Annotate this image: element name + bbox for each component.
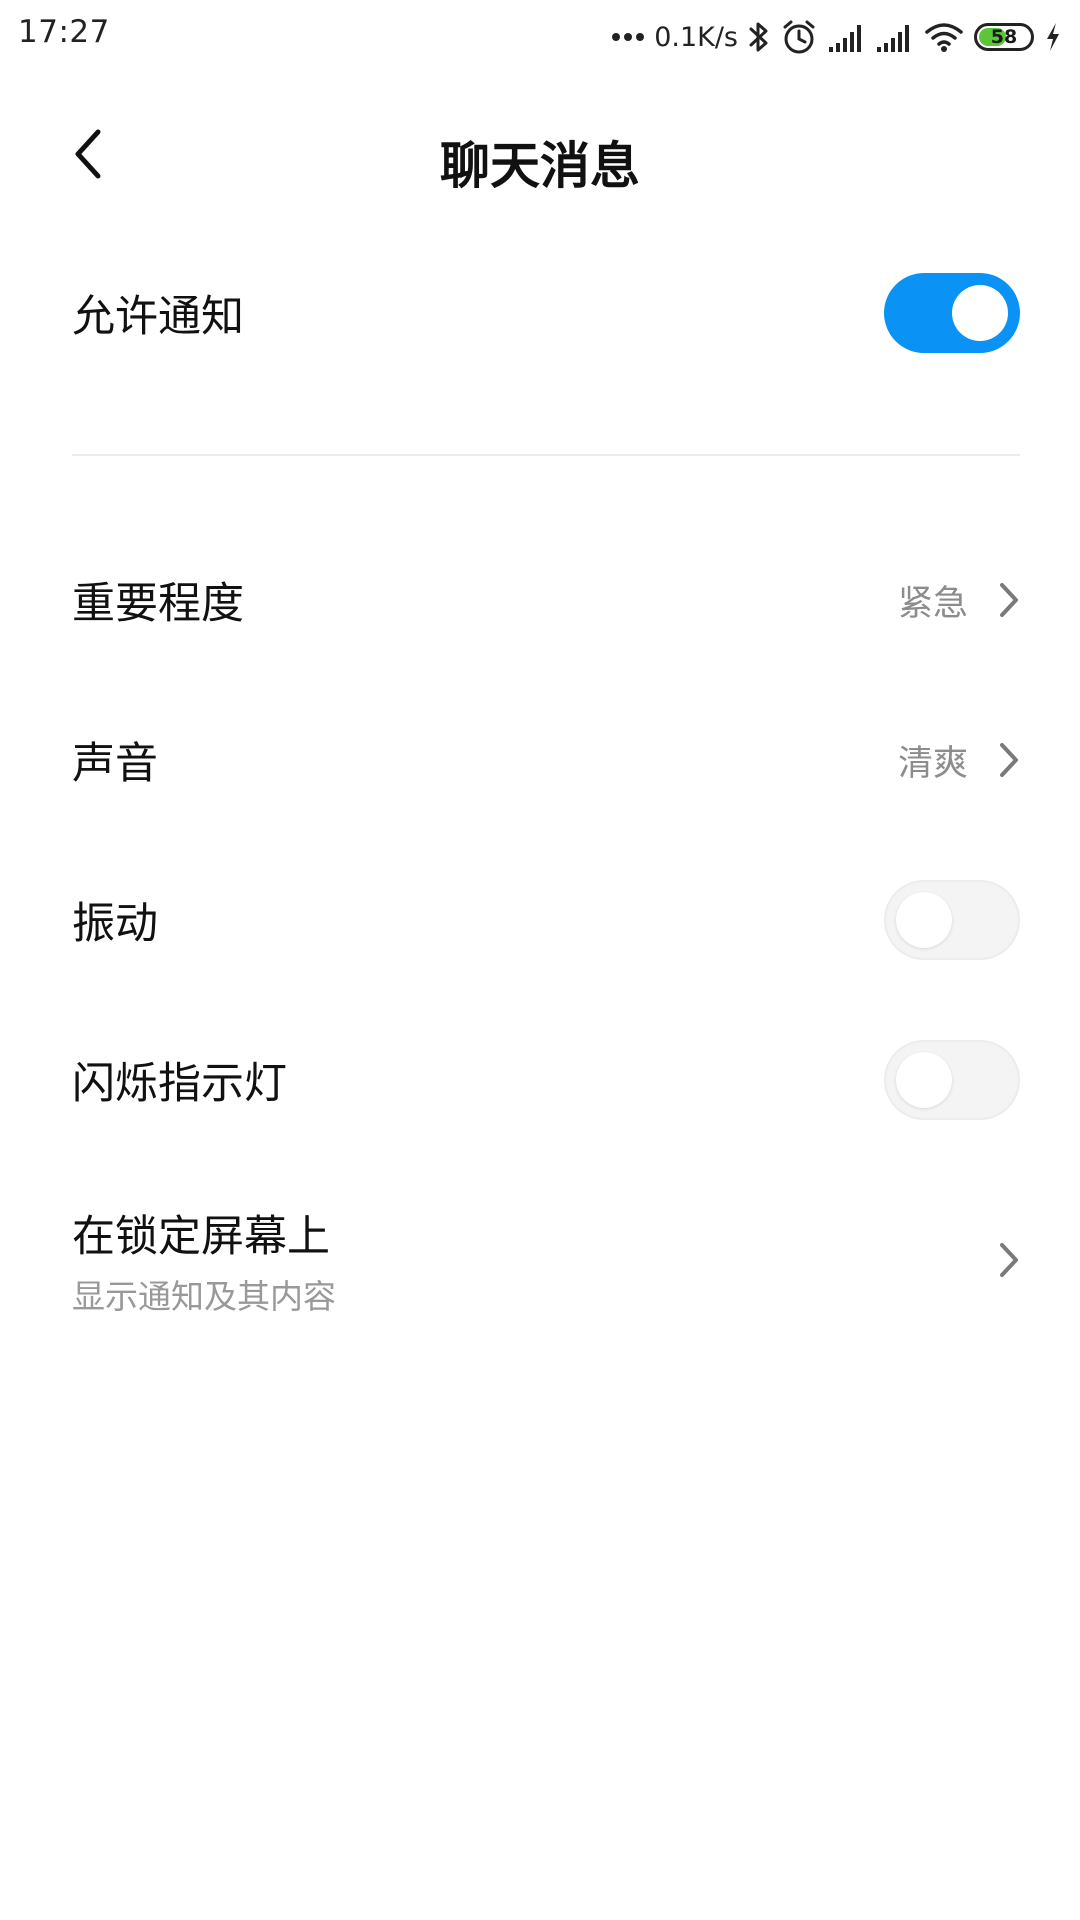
importance-label: 重要程度 xyxy=(72,579,244,629)
importance-value: 紧急 xyxy=(897,583,968,624)
lock-screen-text: 在锁定屏幕上 显示通知及其内容 xyxy=(72,1202,336,1318)
battery-level: 58 xyxy=(990,26,1018,48)
alarm-icon xyxy=(780,18,818,56)
status-icons: 0.1K/s 58 xyxy=(612,12,1062,62)
sound-row[interactable]: 声音 清爽 xyxy=(72,720,1020,800)
signal-icon xyxy=(876,21,914,53)
bluetooth-icon xyxy=(748,20,770,54)
status-time: 17:27 xyxy=(18,14,110,50)
vibration-label: 振动 xyxy=(72,899,158,949)
app-header: 聊天消息 xyxy=(0,100,1080,210)
blink-light-label: 闪烁指示灯 xyxy=(72,1059,287,1109)
vibration-toggle[interactable] xyxy=(884,880,1020,960)
toggle-knob xyxy=(896,1052,952,1108)
blink-light-toggle[interactable] xyxy=(884,1040,1020,1120)
allow-notifications-row[interactable]: 允许通知 xyxy=(72,273,1020,353)
battery-icon: 58 xyxy=(974,23,1034,51)
toggle-knob xyxy=(896,892,952,948)
sound-value: 清爽 xyxy=(897,743,968,784)
lock-screen-label: 在锁定屏幕上 xyxy=(72,1212,330,1262)
importance-row[interactable]: 重要程度 紧急 xyxy=(72,560,1020,640)
signal-icon xyxy=(828,21,866,53)
lock-screen-sublabel: 显示通知及其内容 xyxy=(72,1277,336,1316)
sound-label: 声音 xyxy=(72,739,158,789)
allow-notifications-toggle[interactable] xyxy=(884,273,1020,353)
divider xyxy=(72,454,1020,456)
chevron-right-icon xyxy=(998,1242,1020,1278)
blink-light-row[interactable]: 闪烁指示灯 xyxy=(72,1040,1020,1120)
lock-screen-row[interactable]: 在锁定屏幕上 显示通知及其内容 xyxy=(72,1202,1020,1318)
status-bar: 17:27 0.1K/s 58 xyxy=(0,0,1080,74)
more-dots-icon xyxy=(612,33,645,41)
vibration-row[interactable]: 振动 xyxy=(72,880,1020,960)
charging-icon xyxy=(1044,21,1062,53)
page-title: 聊天消息 xyxy=(440,137,640,195)
chevron-right-icon xyxy=(998,582,1020,618)
allow-notifications-label: 允许通知 xyxy=(72,292,244,342)
wifi-icon xyxy=(924,21,964,53)
network-speed: 0.1K/s xyxy=(654,21,738,53)
chevron-right-icon xyxy=(998,742,1020,778)
toggle-knob xyxy=(952,285,1008,341)
